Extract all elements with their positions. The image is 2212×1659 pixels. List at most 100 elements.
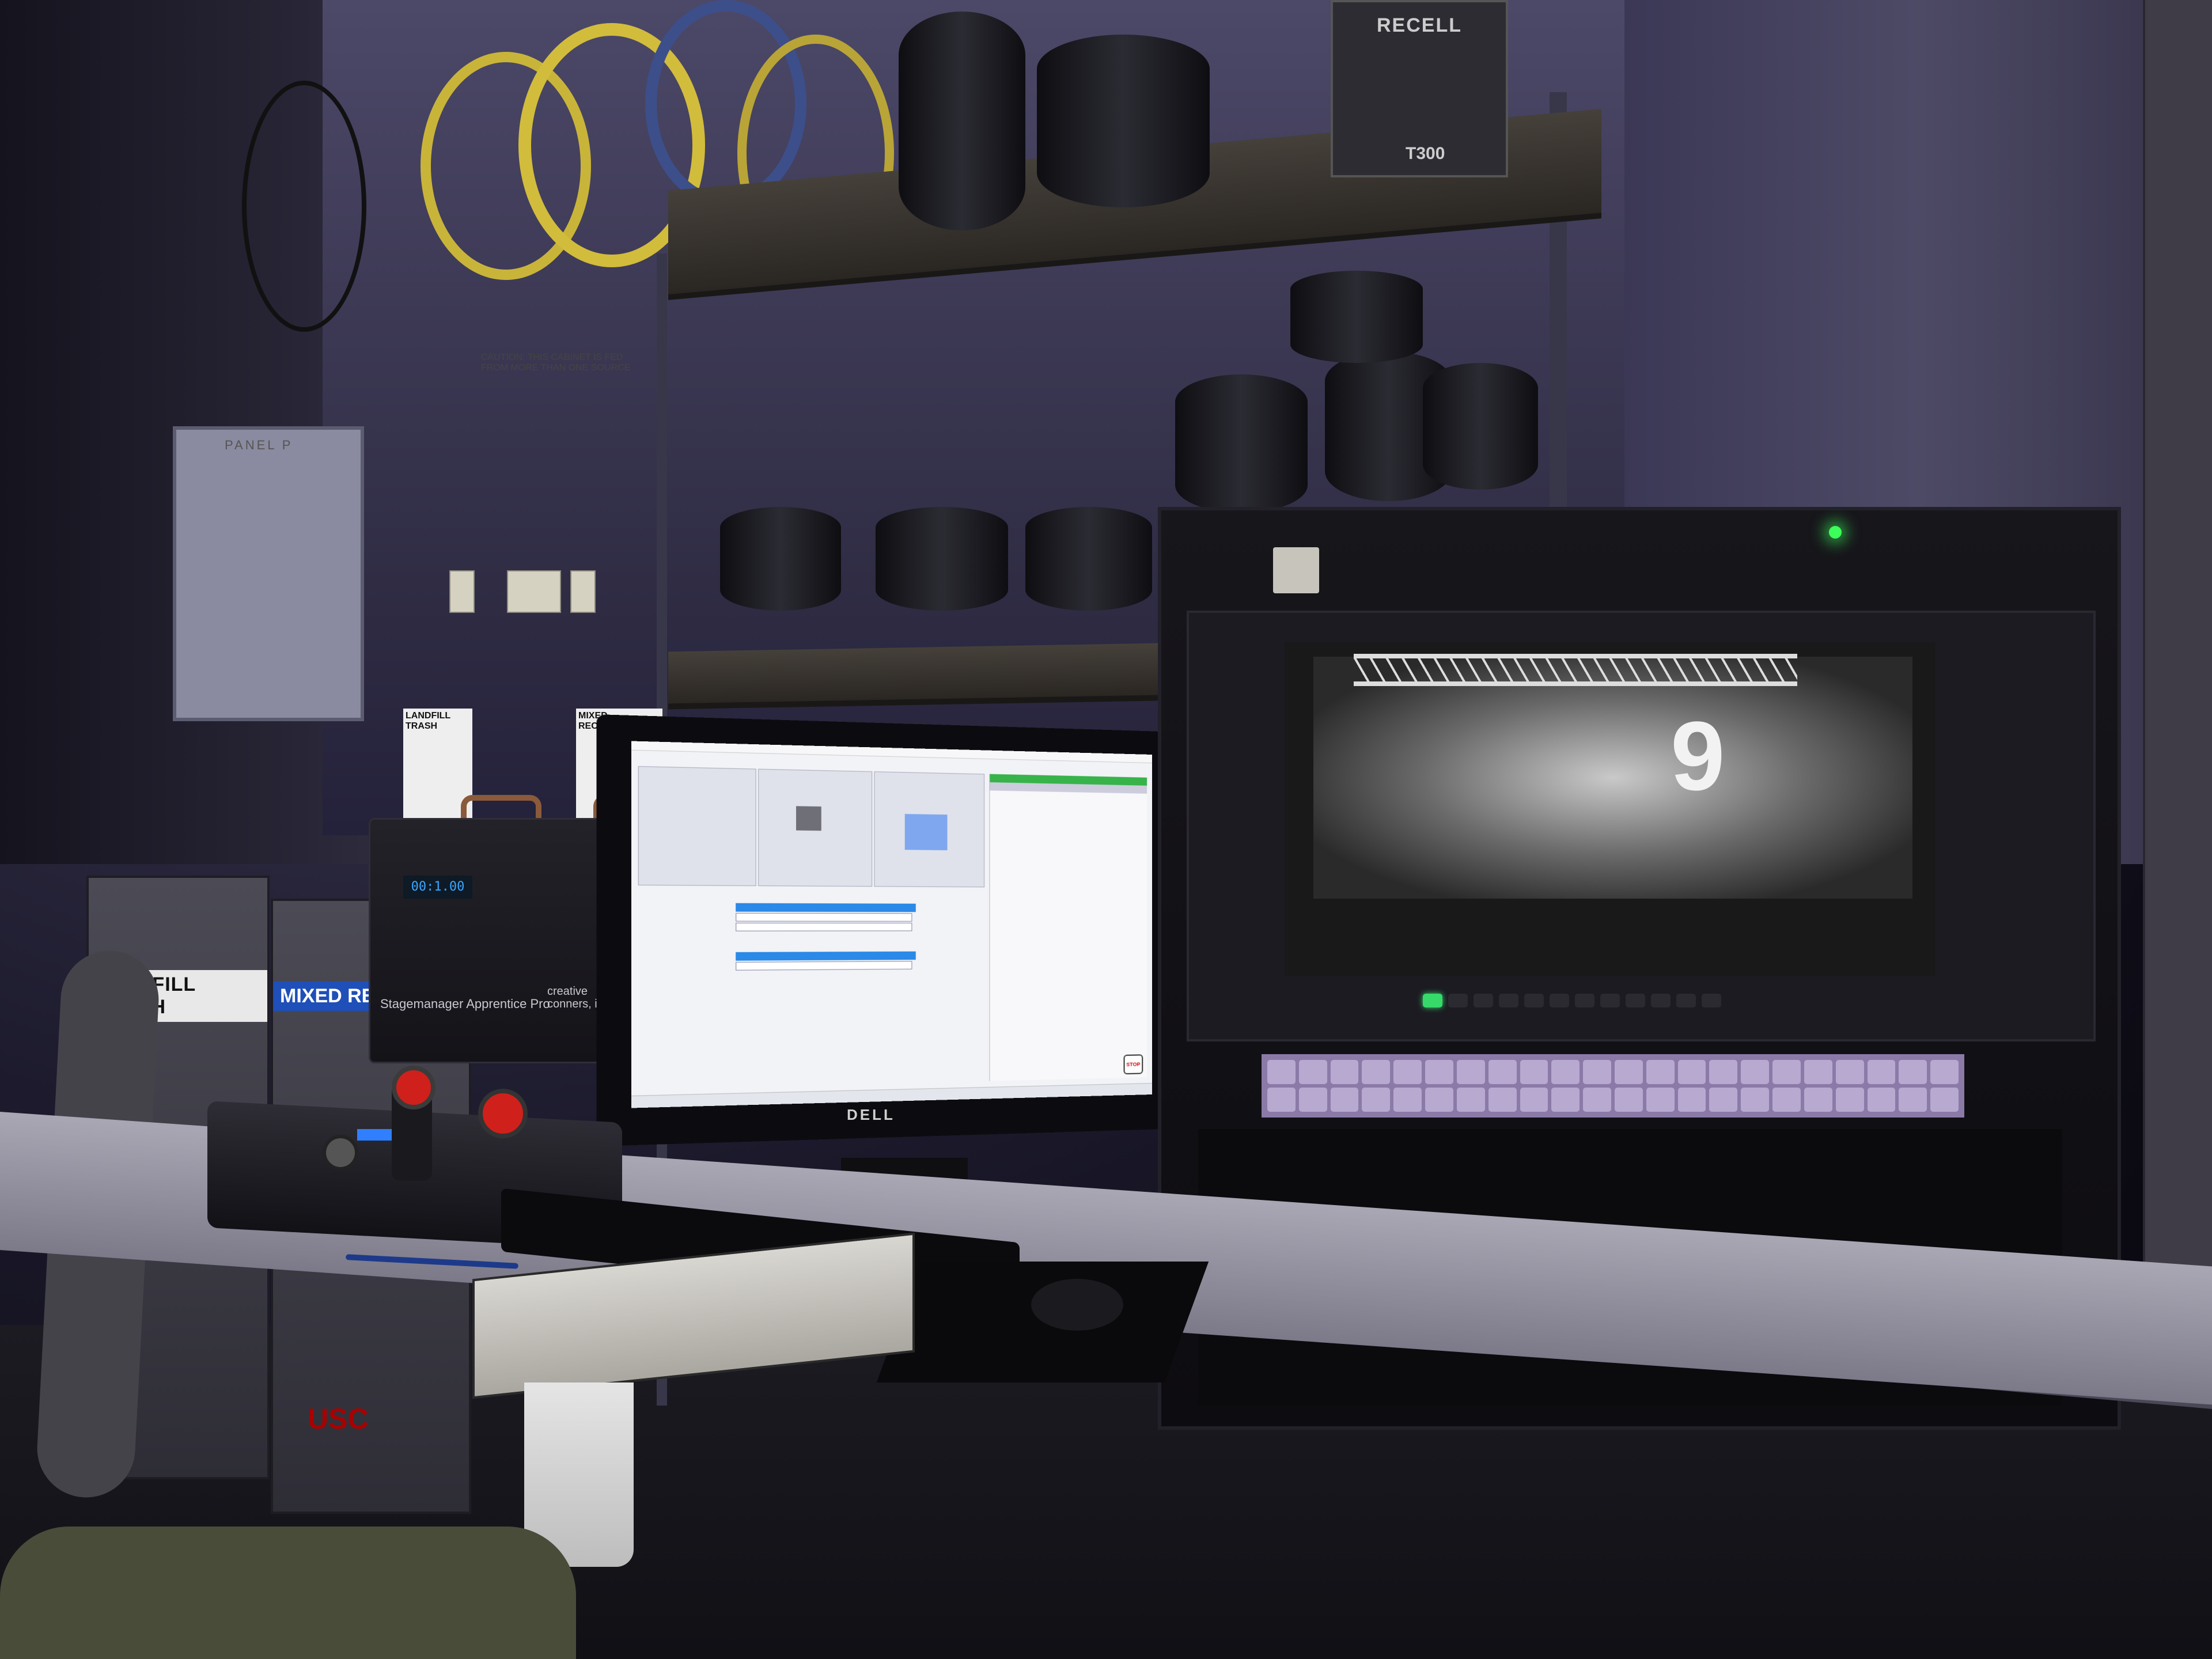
keypad-key[interactable] <box>1267 1088 1296 1112</box>
panel-label: PANEL P <box>225 438 293 453</box>
monitor-power-button[interactable] <box>1423 994 1442 1007</box>
light-switch <box>449 570 475 613</box>
usc-logo: USC <box>308 1402 369 1435</box>
console-display <box>357 1129 392 1141</box>
light-switch <box>507 570 561 613</box>
cable-reel <box>1025 507 1152 611</box>
monitor-button[interactable] <box>1600 994 1620 1007</box>
keypad-key[interactable] <box>1583 1088 1611 1112</box>
controller-brand: Stagemanager Apprentice Pro <box>380 997 550 1012</box>
keypad-key[interactable] <box>1930 1088 1959 1112</box>
cable-reel <box>720 507 841 611</box>
keypad-key[interactable] <box>1551 1088 1580 1112</box>
keypad-key[interactable] <box>1709 1060 1737 1084</box>
keypad-key[interactable] <box>1741 1088 1769 1112</box>
keypad-key[interactable] <box>1551 1060 1580 1084</box>
keypad-key[interactable] <box>1425 1060 1453 1084</box>
keypad-key[interactable] <box>1930 1060 1959 1084</box>
keypad-key[interactable] <box>1646 1060 1675 1084</box>
keypad-key[interactable] <box>1678 1060 1706 1084</box>
keypad-key[interactable] <box>1804 1060 1832 1084</box>
keypad-key[interactable] <box>1836 1060 1864 1084</box>
rack-keypad <box>1262 1054 1964 1118</box>
emergency-stop-button[interactable] <box>478 1089 528 1138</box>
keypad-key[interactable] <box>1836 1088 1864 1112</box>
monitor-button[interactable] <box>1626 994 1645 1007</box>
keypad-key[interactable] <box>1362 1088 1390 1112</box>
keypad-key[interactable] <box>1868 1088 1896 1112</box>
monitor-button-row <box>1423 994 1745 1017</box>
keypad-key[interactable] <box>1899 1060 1927 1084</box>
keypad-key[interactable] <box>1583 1060 1611 1084</box>
monitor-button[interactable] <box>1651 994 1671 1007</box>
monitor-button[interactable] <box>1499 994 1518 1007</box>
monitor-button[interactable] <box>1524 994 1544 1007</box>
keypad-key[interactable] <box>1299 1060 1327 1084</box>
keypad-key[interactable] <box>1615 1088 1643 1112</box>
monitor-brand: DELL <box>847 1106 895 1124</box>
monitor-button[interactable] <box>1676 994 1696 1007</box>
keypad-key[interactable] <box>1331 1088 1359 1112</box>
keypad-key[interactable] <box>1772 1060 1801 1084</box>
camo-bag <box>0 1527 576 1659</box>
gray-cube-icon <box>796 806 821 831</box>
keypad-key[interactable] <box>1520 1088 1548 1112</box>
stage-numeral: 9 <box>1671 700 1725 813</box>
stop-button[interactable]: STOP <box>1124 1054 1143 1074</box>
mouse[interactable] <box>1031 1279 1123 1331</box>
keypad-key[interactable] <box>1741 1060 1769 1084</box>
cue-block-2[interactable] <box>736 952 916 961</box>
cue-block-1[interactable] <box>736 903 916 912</box>
black-cable-spool <box>899 12 1025 230</box>
keypad-key[interactable] <box>1457 1088 1485 1112</box>
keypad-key[interactable] <box>1868 1060 1896 1084</box>
monitor-button[interactable] <box>1702 994 1721 1007</box>
black-drum <box>1175 374 1308 513</box>
black-bucket <box>1037 35 1210 207</box>
recell-brand: RECELL <box>1377 14 1462 37</box>
keypad-key[interactable] <box>1362 1060 1390 1084</box>
stage-camera-feed <box>1313 657 1912 899</box>
blue-cube-icon <box>905 814 948 850</box>
keypad-key[interactable] <box>1457 1060 1485 1084</box>
keypad-key[interactable] <box>1520 1060 1548 1084</box>
black-drum <box>1290 271 1423 363</box>
console-knob[interactable] <box>323 1135 358 1171</box>
power-led-icon <box>1829 526 1842 539</box>
viewport-1 <box>638 766 756 886</box>
keypad-key[interactable] <box>1267 1060 1296 1084</box>
light-switch <box>570 570 596 613</box>
keypad-key[interactable] <box>1646 1088 1675 1112</box>
keypad-key[interactable] <box>1772 1088 1801 1112</box>
keypad-key[interactable] <box>1488 1088 1517 1112</box>
monitor-button[interactable] <box>1448 994 1468 1007</box>
monitor-button[interactable] <box>1474 994 1493 1007</box>
side-panel <box>989 774 1147 1081</box>
keypad-key[interactable] <box>1899 1088 1927 1112</box>
keypad-key[interactable] <box>1709 1088 1737 1112</box>
keypad-key[interactable] <box>1615 1060 1643 1084</box>
cue-row[interactable] <box>736 923 912 931</box>
keypad-key[interactable] <box>1299 1088 1327 1112</box>
monitor-screen: STOP <box>631 741 1152 1108</box>
black-drum <box>1423 363 1538 490</box>
keypad-key[interactable] <box>1393 1088 1422 1112</box>
keypad-key[interactable] <box>1331 1060 1359 1084</box>
recell-model: T300 <box>1406 144 1445 164</box>
emergency-stop-button[interactable] <box>392 1066 435 1109</box>
cue-row[interactable] <box>736 961 912 971</box>
keypad-key[interactable] <box>1425 1088 1453 1112</box>
controller-display: 00:1.00 <box>403 876 472 899</box>
cue-row[interactable] <box>736 913 912 922</box>
lighting-truss <box>1354 654 1797 686</box>
keypad-key[interactable] <box>1804 1088 1832 1112</box>
cable-reel <box>876 507 1008 611</box>
keypad-key[interactable] <box>1678 1088 1706 1112</box>
monitor-button[interactable] <box>1575 994 1594 1007</box>
power-outlet <box>1273 547 1319 593</box>
caution-note: CAUTION: THIS CABINET IS FED FROM MORE T… <box>481 353 631 373</box>
monitor-button[interactable] <box>1550 994 1569 1007</box>
keypad-key[interactable] <box>1393 1060 1422 1084</box>
keypad-key[interactable] <box>1488 1060 1517 1084</box>
black-cable-coil <box>242 81 366 332</box>
